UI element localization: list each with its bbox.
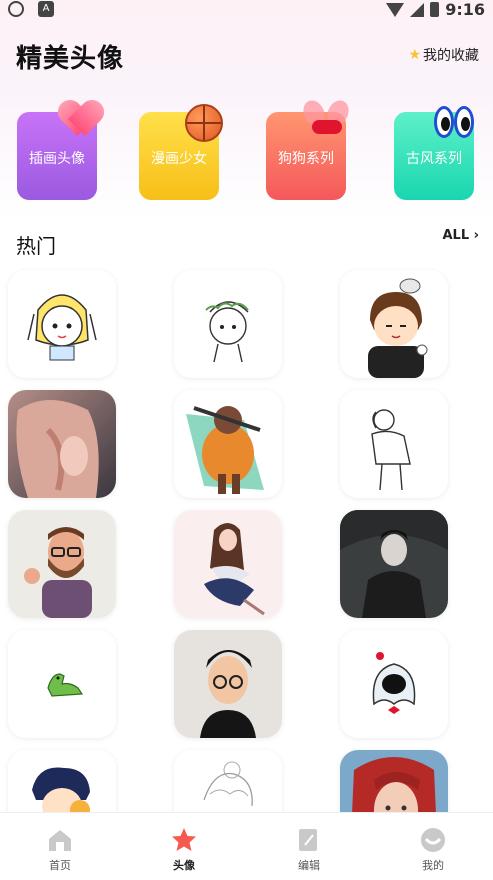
category-label: 漫画少女 <box>151 151 207 167</box>
category-dogs[interactable]: 狗狗系列 <box>266 96 353 200</box>
bearded-man-avatar[interactable] <box>8 510 116 618</box>
lineart-man-avatar[interactable] <box>340 390 448 498</box>
sketch-portrait-avatar[interactable] <box>174 750 282 812</box>
page-title: 精美头像 <box>16 44 125 74</box>
favorites-button[interactable]: ★ 我的收藏 <box>408 45 479 65</box>
category-label: 古风系列 <box>406 151 462 167</box>
girl-sketch-avatar[interactable] <box>8 270 116 378</box>
category-manga-girl[interactable]: 漫画少女 <box>139 104 223 200</box>
battery-icon <box>430 2 440 17</box>
home-icon <box>47 827 73 853</box>
basketball-icon <box>185 104 223 142</box>
star-icon: ★ <box>408 47 421 63</box>
redhead-girl-avatar[interactable] <box>340 750 448 812</box>
wifi-icon <box>386 2 405 17</box>
ghost-cat-avatar[interactable] <box>340 630 448 738</box>
profile-icon <box>420 827 446 853</box>
man-umbrella-photo[interactable] <box>340 510 448 618</box>
edit-icon <box>296 827 322 853</box>
cartoon-eyes-icon <box>434 106 478 146</box>
app-notification-icon: A <box>38 1 54 17</box>
nav-label: 编辑 <box>298 859 320 872</box>
nav-avatars[interactable]: 头像 <box>154 827 214 873</box>
nav-profile[interactable]: 我的 <box>403 827 463 873</box>
sitting-girl-avatar[interactable] <box>174 510 282 618</box>
glasses-man-avatar[interactable] <box>174 630 282 738</box>
view-all-label: ALL <box>442 228 470 243</box>
dinosaur-avatar[interactable] <box>8 630 116 738</box>
boy-sketch-avatar[interactable] <box>174 270 282 378</box>
category-label: 插画头像 <box>29 151 85 167</box>
heart-icon <box>61 102 101 140</box>
category-illustration[interactable]: 插画头像 <box>17 112 97 200</box>
nav-label: 我的 <box>422 859 444 872</box>
avatar-grid <box>0 268 493 812</box>
nav-edit[interactable]: 编辑 <box>279 827 339 873</box>
signal-icon <box>410 2 425 17</box>
status-bar: A 9:16 <box>0 0 493 20</box>
bow-icon <box>299 96 353 140</box>
chevron-right-icon: › <box>473 228 479 243</box>
nav-home[interactable]: 首页 <box>30 827 90 873</box>
curly-boy-avatar[interactable] <box>8 750 116 812</box>
hot-section-title: 热门 <box>16 234 56 258</box>
boy-cat-avatar[interactable] <box>340 270 448 378</box>
sync-icon <box>8 1 24 17</box>
bottom-navigation: 首页 头像 编辑 我的 <box>0 812 493 880</box>
star-icon <box>171 827 197 853</box>
favorites-label: 我的收藏 <box>423 48 479 64</box>
nav-label: 首页 <box>49 859 71 872</box>
armored-brute-avatar[interactable] <box>174 390 282 498</box>
view-all-link[interactable]: ALL › <box>442 228 479 243</box>
status-time: 9:16 <box>445 0 485 19</box>
category-label: 狗狗系列 <box>278 151 334 167</box>
category-ancient-style[interactable]: 古风系列 <box>394 106 474 200</box>
anime-girl-avatar[interactable] <box>8 390 116 498</box>
nav-label: 头像 <box>173 859 195 872</box>
